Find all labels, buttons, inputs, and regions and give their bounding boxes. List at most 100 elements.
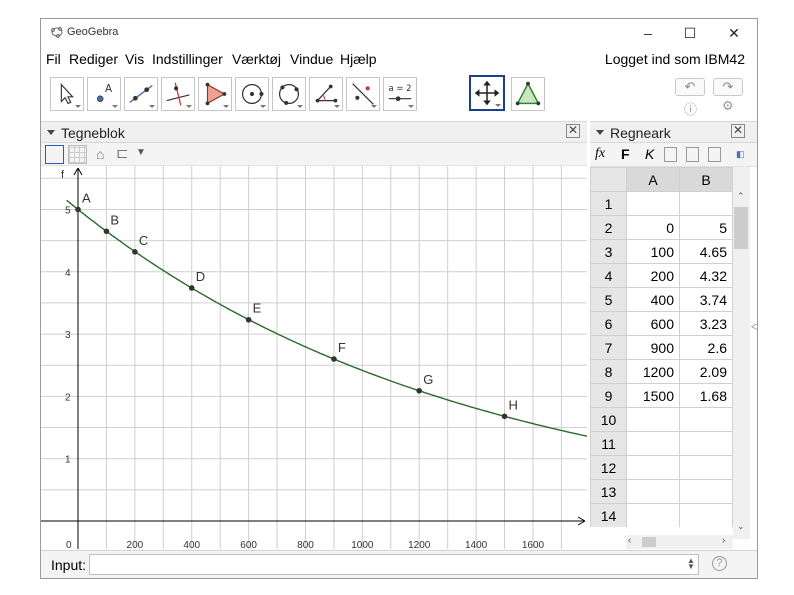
view-options-icon[interactable]: ⊏ [116, 144, 129, 162]
menu-vindue[interactable]: Vindue [290, 51, 333, 67]
spreadsheet-row[interactable]: 5 400 3.74 [590, 287, 733, 312]
spreadsheet-row[interactable]: 10 [590, 407, 733, 432]
hscroll-thumb[interactable] [642, 537, 656, 547]
graphics-panel-header[interactable]: Tegneblok ✕ [41, 121, 587, 143]
collapse-caret-icon[interactable] [47, 130, 55, 135]
row-header[interactable]: 13 [590, 479, 627, 504]
menu-hjaelp[interactable]: Hjælp [340, 51, 377, 67]
more-format-icon[interactable]: ◧ [736, 149, 745, 160]
row-header[interactable]: 6 [590, 311, 627, 336]
row-header[interactable]: 14 [590, 503, 627, 527]
row-header[interactable]: 7 [590, 335, 627, 360]
spreadsheet-row[interactable]: 4 200 4.32 [590, 263, 733, 288]
cell-b[interactable]: 3.23 [679, 311, 733, 336]
cell-a[interactable] [626, 479, 680, 504]
cell-a[interactable] [626, 455, 680, 480]
italic-button[interactable]: K [645, 146, 654, 162]
tool-line[interactable] [124, 77, 158, 111]
column-header-a[interactable]: A [626, 167, 680, 192]
cell-b[interactable] [679, 407, 733, 432]
row-header[interactable]: 4 [590, 263, 627, 288]
cell-a[interactable] [626, 431, 680, 456]
cell-b[interactable]: 1.68 [679, 383, 733, 408]
cell-a[interactable]: 200 [626, 263, 680, 288]
maximize-button[interactable]: ☐ [667, 19, 713, 47]
spreadsheet-row[interactable]: 7 900 2.6 [590, 335, 733, 360]
input-help-icon[interactable]: ? [712, 556, 727, 571]
cell-a[interactable]: 600 [626, 311, 680, 336]
cell-a[interactable]: 0 [626, 215, 680, 240]
spreadsheet-horizontal-scrollbar[interactable]: ‹ › [626, 535, 733, 549]
panel-divider-handle-icon[interactable]: ◁ [751, 321, 757, 332]
cell-b[interactable] [679, 431, 733, 456]
cell-b[interactable]: 3.74 [679, 287, 733, 312]
close-spreadsheet-panel-button[interactable]: ✕ [731, 124, 745, 138]
spreadsheet-row[interactable]: 1 [590, 191, 733, 216]
row-header[interactable]: 11 [590, 431, 627, 456]
axes-toggle-icon[interactable] [45, 145, 64, 164]
scroll-up-icon[interactable]: ⌃ [737, 191, 745, 202]
cell-a[interactable] [626, 191, 680, 216]
cell-a[interactable] [626, 407, 680, 432]
tool-circle-three-points[interactable] [272, 77, 306, 111]
minimize-button[interactable]: – [625, 19, 671, 47]
grid-toggle-icon[interactable] [68, 145, 87, 164]
align-left-icon[interactable] [664, 147, 677, 162]
toolbar-help-icon[interactable]: ⓘ [684, 99, 697, 118]
tool-move-graphics-view[interactable] [469, 75, 505, 111]
spreadsheet-row[interactable]: 12 [590, 455, 733, 480]
spreadsheet-row[interactable]: 3 100 4.65 [590, 239, 733, 264]
row-header[interactable]: 1 [590, 191, 627, 216]
row-header[interactable]: 2 [590, 215, 627, 240]
home-icon[interactable]: ⌂ [96, 146, 104, 162]
column-header-b[interactable]: B [679, 167, 733, 192]
align-center-icon[interactable] [686, 147, 699, 162]
cell-a[interactable]: 100 [626, 239, 680, 264]
spreadsheet-row[interactable]: 11 [590, 431, 733, 456]
cell-b[interactable] [679, 191, 733, 216]
align-right-icon[interactable] [708, 147, 721, 162]
close-graphics-panel-button[interactable]: ✕ [566, 124, 580, 138]
spreadsheet-row[interactable]: 14 [590, 503, 733, 527]
redo-button[interactable]: ↷ [713, 78, 743, 96]
cell-a[interactable]: 1200 [626, 359, 680, 384]
menu-vaerktoej[interactable]: Værktøj [232, 51, 281, 67]
cell-a[interactable] [626, 503, 680, 527]
menu-fil[interactable]: Fil [46, 51, 61, 67]
cell-b[interactable]: 2.6 [679, 335, 733, 360]
cell-b[interactable]: 5 [679, 215, 733, 240]
cell-a[interactable]: 900 [626, 335, 680, 360]
tool-move[interactable] [50, 77, 84, 111]
row-header[interactable]: 12 [590, 455, 627, 480]
tool-circle-center[interactable] [235, 77, 269, 111]
login-status[interactable]: Logget ind som IBM42 [605, 51, 745, 67]
row-header[interactable]: 9 [590, 383, 627, 408]
spreadsheet-panel-header[interactable]: Regneark ✕ [590, 121, 757, 143]
scroll-down-icon[interactable]: ⌄ [737, 521, 745, 532]
tool-point[interactable]: A [87, 77, 121, 111]
view-options-caret-icon[interactable]: ▼ [136, 147, 146, 158]
spreadsheet-row[interactable]: 8 1200 2.09 [590, 359, 733, 384]
corner-cell[interactable] [590, 167, 627, 192]
spreadsheet-row[interactable]: 6 600 3.23 [590, 311, 733, 336]
spreadsheet-vertical-scrollbar[interactable]: ⌃ ⌄ [733, 167, 750, 539]
scroll-left-icon[interactable]: ‹ [628, 535, 631, 546]
tool-triangle[interactable] [511, 77, 545, 111]
formula-fx-button[interactable]: fx [595, 146, 605, 162]
row-header[interactable]: 8 [590, 359, 627, 384]
spreadsheet-row[interactable]: 9 1500 1.68 [590, 383, 733, 408]
settings-gear-icon[interactable]: ⚙ [722, 98, 734, 114]
scroll-right-icon[interactable]: › [722, 535, 725, 546]
tool-reflect[interactable] [346, 77, 380, 111]
menu-indstillinger[interactable]: Indstillinger [152, 51, 223, 67]
cell-b[interactable] [679, 503, 733, 527]
undo-button[interactable]: ↶ [675, 78, 705, 96]
cell-b[interactable]: 2.09 [679, 359, 733, 384]
row-header[interactable]: 3 [590, 239, 627, 264]
cell-b[interactable] [679, 479, 733, 504]
bold-button[interactable]: F [621, 146, 630, 162]
tool-slider[interactable]: a = 2 [383, 77, 417, 111]
tool-perpendicular[interactable] [161, 77, 195, 111]
cell-b[interactable]: 4.65 [679, 239, 733, 264]
row-header[interactable]: 10 [590, 407, 627, 432]
